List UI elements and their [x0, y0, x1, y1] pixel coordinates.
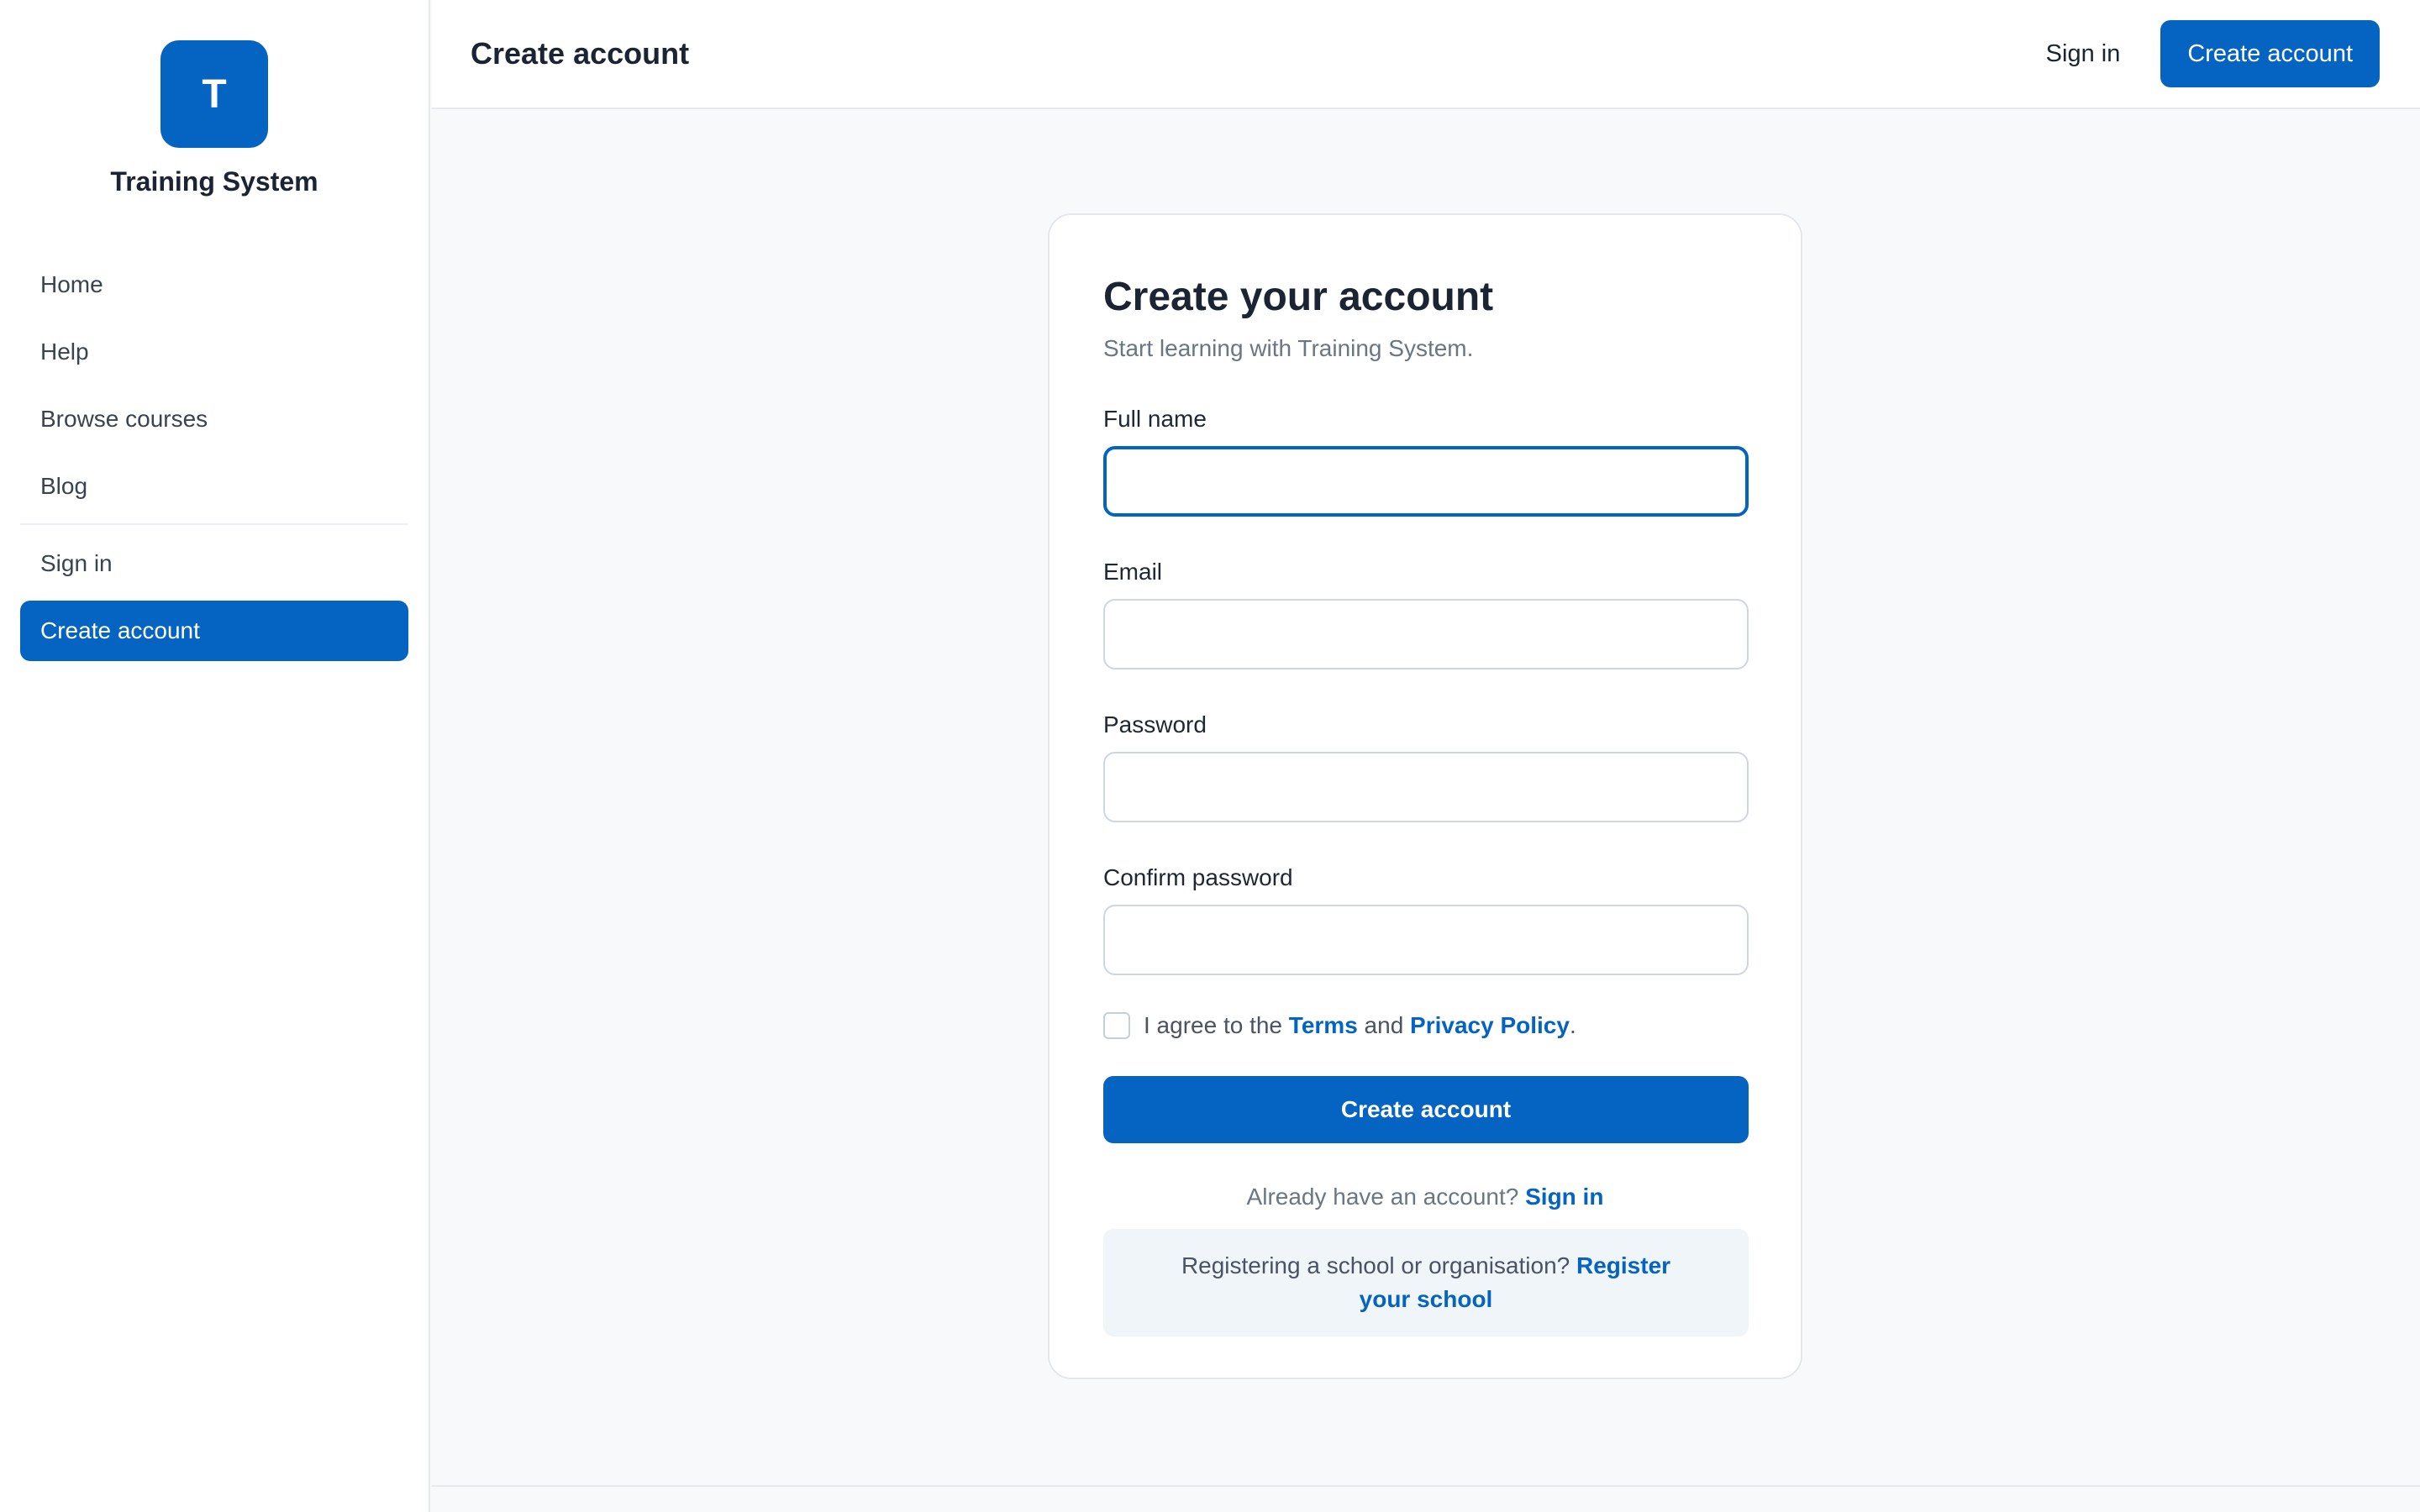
confirm-password-label: Confirm password — [1103, 864, 1293, 890]
email-label: Email — [1103, 559, 1163, 585]
terms-link[interactable]: Terms — [1289, 1012, 1358, 1038]
page-title: Create account — [471, 36, 690, 71]
register-prefix: Registering a school or organisation? — [1181, 1252, 1576, 1278]
confirm-password-input[interactable] — [1103, 905, 1749, 975]
form-subtitle: Start learning with Training System. — [1103, 335, 1474, 361]
sidebar-item-help[interactable]: Help — [20, 322, 408, 382]
footer-divider — [432, 1485, 2420, 1487]
agree-text: I agree to the Terms and Privacy Policy. — [1144, 1012, 1576, 1039]
full-name-label: Full name — [1103, 406, 1207, 432]
sign-in-link[interactable]: Sign in — [1525, 1184, 1603, 1210]
agree-and: and — [1357, 1012, 1411, 1038]
signup-card: Create your account Start learning with … — [1048, 213, 1802, 1379]
register-text: Registering a school or organisation? Re… — [1154, 1249, 1698, 1316]
email-input[interactable] — [1103, 599, 1749, 669]
sidebar-divider — [20, 523, 408, 525]
sidebar: T Training System Home Help Browse cours… — [0, 0, 430, 1512]
sidebar-item-sign-in[interactable]: Sign in — [20, 533, 408, 594]
sidebar-nav: Home Help Browse courses Blog Sign in Cr… — [0, 255, 429, 661]
privacy-policy-link[interactable]: Privacy Policy — [1410, 1012, 1570, 1038]
agree-checkbox[interactable] — [1103, 1012, 1130, 1039]
sidebar-item-home[interactable]: Home — [20, 255, 408, 315]
already-have-account: Already have an account? Sign in — [1103, 1184, 1747, 1210]
form-title: Create your account — [1103, 275, 1494, 319]
password-label: Password — [1103, 711, 1207, 738]
register-school-box: Registering a school or organisation? Re… — [1103, 1229, 1749, 1336]
brand-name: Training System — [110, 166, 318, 197]
header-sign-in-link[interactable]: Sign in — [2046, 40, 2121, 68]
brand: T Training System — [0, 0, 429, 197]
password-input[interactable] — [1103, 752, 1749, 822]
agree-row: I agree to the Terms and Privacy Policy. — [1103, 1012, 1747, 1039]
agree-prefix: I agree to the — [1144, 1012, 1289, 1038]
create-account-submit-button[interactable]: Create account — [1103, 1076, 1749, 1143]
sidebar-item-browse-courses[interactable]: Browse courses — [20, 389, 408, 449]
agree-suffix: . — [1569, 1012, 1576, 1038]
full-name-input[interactable] — [1103, 446, 1749, 517]
top-bar: Create account Sign in Create account — [432, 0, 2420, 109]
sidebar-item-blog[interactable]: Blog — [20, 456, 408, 517]
header-create-account-button[interactable]: Create account — [2160, 20, 2380, 87]
brand-logo[interactable]: T — [160, 40, 268, 148]
already-text: Already have an account? — [1246, 1184, 1526, 1210]
sidebar-item-create-account[interactable]: Create account — [20, 601, 408, 661]
